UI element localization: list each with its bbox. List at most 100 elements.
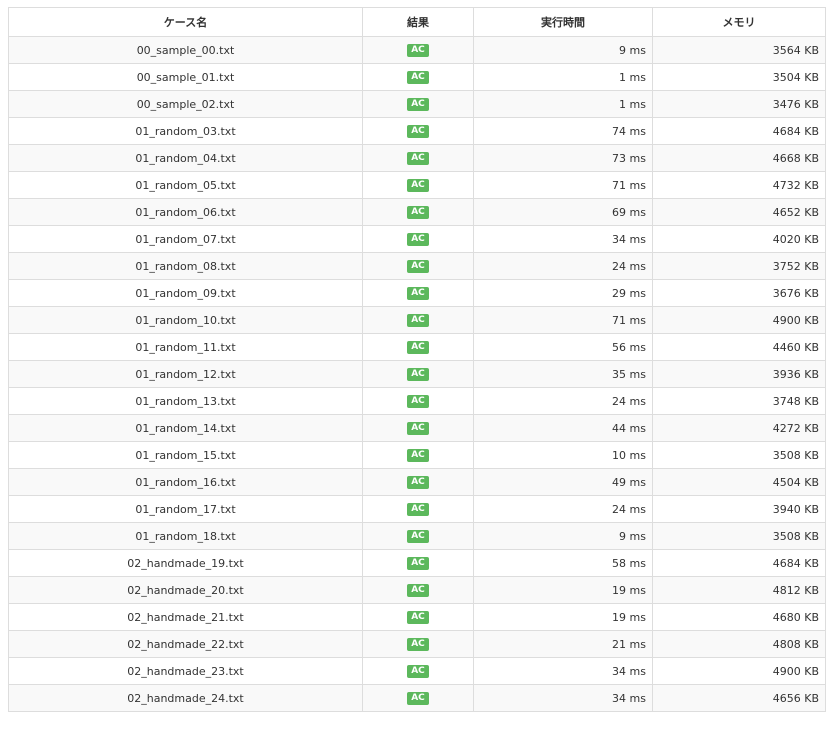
result-cell: AC <box>362 279 474 307</box>
table-row: 01_random_18.txt AC 9 ms 3508 KB <box>8 522 826 550</box>
exec-time-cell: 19 ms <box>473 603 653 631</box>
table-row: 01_random_10.txt AC 71 ms 4900 KB <box>8 306 826 334</box>
result-cell: AC <box>362 549 474 577</box>
memory-cell: 3504 KB <box>652 63 826 91</box>
case-name-cell: 01_random_18.txt <box>8 522 363 550</box>
result-cell: AC <box>362 414 474 442</box>
table-row: 01_random_16.txt AC 49 ms 4504 KB <box>8 468 826 496</box>
result-cell: AC <box>362 657 474 685</box>
memory-cell: 4668 KB <box>652 144 826 172</box>
status-badge: AC <box>407 583 429 597</box>
table-row: 02_handmade_19.txt AC 58 ms 4684 KB <box>8 549 826 577</box>
result-cell: AC <box>362 198 474 226</box>
table-row: 00_sample_01.txt AC 1 ms 3504 KB <box>8 63 826 91</box>
header-memory: メモリ <box>652 7 826 37</box>
case-name-cell: 01_random_13.txt <box>8 387 363 415</box>
case-name-cell: 01_random_12.txt <box>8 360 363 388</box>
table-row: 01_random_07.txt AC 34 ms 4020 KB <box>8 225 826 253</box>
exec-time-cell: 29 ms <box>473 279 653 307</box>
result-cell: AC <box>362 387 474 415</box>
exec-time-cell: 69 ms <box>473 198 653 226</box>
table-row: 01_random_17.txt AC 24 ms 3940 KB <box>8 495 826 523</box>
result-cell: AC <box>362 306 474 334</box>
exec-time-cell: 58 ms <box>473 549 653 577</box>
result-cell: AC <box>362 603 474 631</box>
exec-time-cell: 24 ms <box>473 252 653 280</box>
table-row: 02_handmade_24.txt AC 34 ms 4656 KB <box>8 684 826 712</box>
table-row: 00_sample_02.txt AC 1 ms 3476 KB <box>8 90 826 118</box>
table-row: 01_random_08.txt AC 24 ms 3752 KB <box>8 252 826 280</box>
case-name-cell: 02_handmade_21.txt <box>8 603 363 631</box>
exec-time-cell: 56 ms <box>473 333 653 361</box>
memory-cell: 3676 KB <box>652 279 826 307</box>
case-name-cell: 02_handmade_24.txt <box>8 684 363 712</box>
memory-cell: 4812 KB <box>652 576 826 604</box>
result-cell: AC <box>362 333 474 361</box>
case-name-cell: 01_random_09.txt <box>8 279 363 307</box>
exec-time-cell: 44 ms <box>473 414 653 442</box>
exec-time-cell: 34 ms <box>473 657 653 685</box>
case-name-cell: 01_random_10.txt <box>8 306 363 334</box>
exec-time-cell: 21 ms <box>473 630 653 658</box>
exec-time-cell: 35 ms <box>473 360 653 388</box>
exec-time-cell: 73 ms <box>473 144 653 172</box>
exec-time-cell: 19 ms <box>473 576 653 604</box>
case-name-cell: 01_random_16.txt <box>8 468 363 496</box>
case-name-cell: 01_random_11.txt <box>8 333 363 361</box>
result-cell: AC <box>362 171 474 199</box>
case-name-cell: 01_random_04.txt <box>8 144 363 172</box>
memory-cell: 4684 KB <box>652 117 826 145</box>
memory-cell: 4020 KB <box>652 225 826 253</box>
memory-cell: 4680 KB <box>652 603 826 631</box>
status-badge: AC <box>407 529 429 543</box>
memory-cell: 4684 KB <box>652 549 826 577</box>
status-badge: AC <box>407 124 429 138</box>
memory-cell: 3748 KB <box>652 387 826 415</box>
status-badge: AC <box>407 232 429 246</box>
status-badge: AC <box>407 475 429 489</box>
status-badge: AC <box>407 259 429 273</box>
status-badge: AC <box>407 367 429 381</box>
case-name-cell: 01_random_17.txt <box>8 495 363 523</box>
table-body: 00_sample_00.txt AC 9 ms 3564 KB 00_sample_0… <box>8 36 826 712</box>
memory-cell: 3564 KB <box>652 36 826 64</box>
status-badge: AC <box>407 340 429 354</box>
result-cell: AC <box>362 117 474 145</box>
table-row: 01_random_04.txt AC 73 ms 4668 KB <box>8 144 826 172</box>
case-name-cell: 02_handmade_22.txt <box>8 630 363 658</box>
table-row: 01_random_14.txt AC 44 ms 4272 KB <box>8 414 826 442</box>
exec-time-cell: 74 ms <box>473 117 653 145</box>
status-badge: AC <box>407 97 429 111</box>
memory-cell: 4900 KB <box>652 306 826 334</box>
memory-cell: 3936 KB <box>652 360 826 388</box>
result-cell: AC <box>362 495 474 523</box>
status-badge: AC <box>407 610 429 624</box>
testcase-results-table: ケース名 結果 実行時間 メモリ 00_sample_00.txt AC 9 ms 3… <box>8 7 826 712</box>
status-badge: AC <box>407 637 429 651</box>
case-name-cell: 01_random_15.txt <box>8 441 363 469</box>
table-header: ケース名 結果 実行時間 メモリ <box>8 7 826 37</box>
memory-cell: 3752 KB <box>652 252 826 280</box>
status-badge: AC <box>407 448 429 462</box>
result-cell: AC <box>362 252 474 280</box>
status-badge: AC <box>407 178 429 192</box>
header-exec-time: 実行時間 <box>473 7 653 37</box>
status-badge: AC <box>407 556 429 570</box>
table-row: 01_random_05.txt AC 71 ms 4732 KB <box>8 171 826 199</box>
header-case-name: ケース名 <box>8 7 363 37</box>
result-cell: AC <box>362 522 474 550</box>
case-name-cell: 02_handmade_19.txt <box>8 549 363 577</box>
exec-time-cell: 9 ms <box>473 36 653 64</box>
result-cell: AC <box>362 684 474 712</box>
table-row: 01_random_03.txt AC 74 ms 4684 KB <box>8 117 826 145</box>
case-name-cell: 01_random_08.txt <box>8 252 363 280</box>
memory-cell: 3940 KB <box>652 495 826 523</box>
exec-time-cell: 9 ms <box>473 522 653 550</box>
case-name-cell: 02_handmade_20.txt <box>8 576 363 604</box>
case-name-cell: 01_random_07.txt <box>8 225 363 253</box>
table-row: 02_handmade_21.txt AC 19 ms 4680 KB <box>8 603 826 631</box>
exec-time-cell: 49 ms <box>473 468 653 496</box>
table-row: 01_random_13.txt AC 24 ms 3748 KB <box>8 387 826 415</box>
exec-time-cell: 1 ms <box>473 90 653 118</box>
table-row: 02_handmade_23.txt AC 34 ms 4900 KB <box>8 657 826 685</box>
